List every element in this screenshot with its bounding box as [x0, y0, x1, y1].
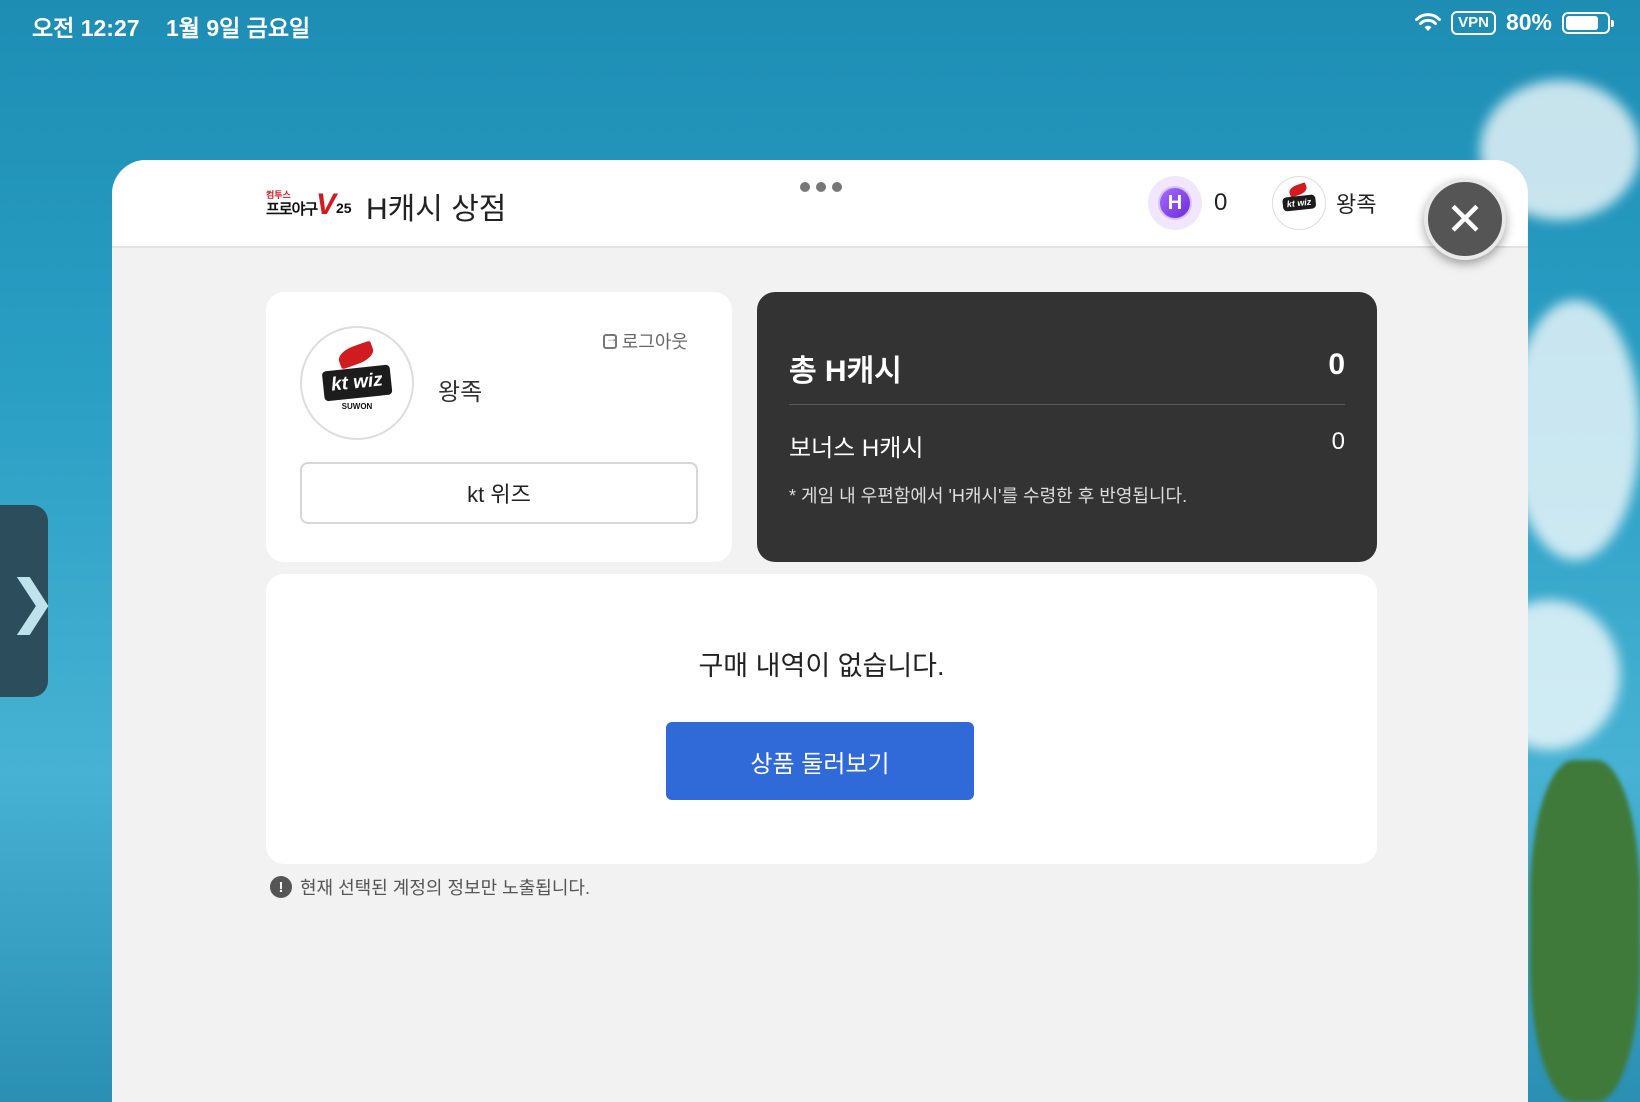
total-cash-value: 0 [1328, 348, 1345, 381]
page-title: H캐시 상점 [366, 193, 507, 226]
background-cloud [1510, 300, 1640, 560]
profile-name: 왕족 [438, 379, 483, 406]
cash-note: * 게임 내 우편함에서 'H캐시'를 수령한 후 반영됩니다. [789, 486, 1188, 506]
store-sheet: 컴투스 프로야구 V 25 H캐시 상점 H 0 kt wiz 왕족 로그아웃 … [112, 160, 1528, 1102]
game-logo-name: 프로야구 [266, 201, 318, 218]
game-logo-year: 25 [336, 200, 352, 216]
status-date: 1월 9일 금요일 [166, 15, 311, 41]
logout-icon [602, 331, 618, 349]
battery-percent: 80% [1505, 9, 1552, 35]
team-logo: kt wiz SUWON [300, 326, 414, 440]
vpn-badge: VPN [1451, 10, 1496, 35]
browse-products-button[interactable]: 상품 둘러보기 [666, 722, 974, 800]
close-button[interactable]: ✕ [1424, 178, 1506, 260]
team-logo-text: kt wiz [321, 364, 393, 402]
game-logo-v: V [316, 188, 337, 221]
logout-button[interactable]: 로그아웃 [602, 328, 688, 354]
team-logo-icon: kt wiz [1272, 176, 1326, 230]
side-panel-handle[interactable]: ❯ [0, 505, 57, 697]
bonus-cash-value: 0 [1331, 428, 1345, 455]
bonus-cash-label: 보너스 H캐시 [789, 435, 924, 462]
sheet-header: 컴투스 프로야구 V 25 H캐시 상점 H 0 kt wiz 왕족 [112, 160, 1528, 248]
status-time: 오전 12:27 [32, 15, 140, 41]
user-chip[interactable]: kt wiz 왕족 [1272, 176, 1376, 230]
wifi-icon [1415, 12, 1442, 31]
more-dots-icon[interactable] [800, 182, 842, 192]
purchase-history-card: 구매 내역이 없습니다. 상품 둘러보기 [266, 574, 1377, 864]
h-cash-coin-icon: H [1148, 176, 1202, 230]
team-logo-sub: SUWON [341, 402, 373, 411]
background-foliage [1530, 760, 1640, 1102]
profile-card: 로그아웃 kt wiz SUWON 왕족 kt 위즈 [266, 292, 732, 562]
divider [789, 404, 1345, 405]
status-indicators: VPN 80% [1415, 9, 1614, 36]
cash-balance-chip[interactable]: H 0 [1148, 176, 1227, 230]
logout-label: 로그아웃 [621, 332, 688, 352]
account-info-text: 현재 선택된 계정의 정보만 노출됩니다. [300, 878, 590, 898]
cash-balance-value: 0 [1214, 189, 1228, 216]
empty-history-message: 구매 내역이 없습니다. [698, 651, 945, 681]
total-cash-label: 총 H캐시 [789, 355, 902, 388]
user-name: 왕족 [1336, 192, 1377, 217]
team-select-button[interactable]: kt 위즈 [300, 462, 698, 524]
cash-summary-card: 총 H캐시 0 보너스 H캐시 0 * 게임 내 우편함에서 'H캐시'를 수령… [757, 292, 1377, 562]
account-info-note: ! 현재 선택된 계정의 정보만 노출됩니다. [270, 874, 590, 900]
game-logo: 컴투스 프로야구 V 25 [266, 188, 356, 224]
info-icon: ! [270, 876, 292, 898]
battery-icon [1562, 11, 1614, 34]
status-bar: 오전 12:27 1월 9일 금요일 VPN 80% [0, 0, 1640, 48]
chevron-right-icon: ❯ [8, 569, 57, 634]
